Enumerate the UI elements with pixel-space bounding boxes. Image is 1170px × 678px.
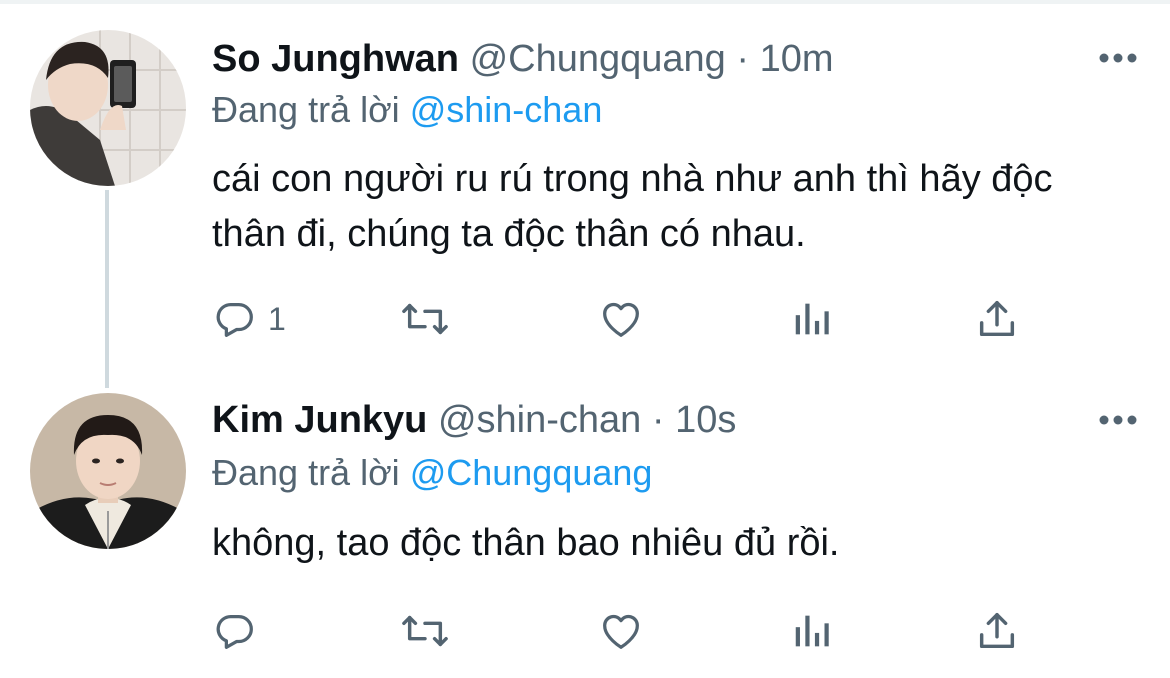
share-icon	[979, 300, 1015, 337]
share-button[interactable]	[974, 294, 1020, 344]
separator-dot: ·	[736, 38, 750, 80]
separator-dot: ·	[651, 399, 665, 441]
display-name[interactable]: Kim Junkyu	[212, 399, 427, 441]
replying-prefix: Đang trả lời	[212, 89, 400, 130]
reply-button[interactable]	[212, 606, 268, 656]
retweet-icon	[402, 303, 448, 335]
tweet-header: Kim Junkyu @shin-chan · 10s	[212, 395, 736, 445]
display-name[interactable]: So Junghwan	[212, 38, 459, 80]
retweet-icon	[402, 615, 448, 647]
timestamp[interactable]: 10m	[760, 38, 834, 80]
tweet-text: cái con người ru rú trong nhà như anh th…	[212, 158, 1053, 255]
tweet[interactable]: So Junghwan @Chungquang · 10m Đang trả l…	[0, 0, 1170, 370]
replying-to-line: Đang trả lời @shin-chan	[212, 86, 602, 134]
retweet-button[interactable]	[400, 606, 450, 656]
timestamp[interactable]: 10s	[675, 399, 736, 441]
tweet-actions	[212, 606, 1032, 656]
share-icon	[979, 612, 1015, 649]
more-icon[interactable]	[1098, 400, 1138, 440]
reply-icon	[216, 614, 253, 649]
views-button[interactable]	[790, 606, 836, 656]
tweet[interactable]: Kim Junkyu @shin-chan · 10s Đang trả lời…	[0, 370, 1170, 678]
mention-link[interactable]: @shin-chan	[410, 89, 603, 130]
user-handle[interactable]: @shin-chan	[438, 399, 641, 441]
retweet-button[interactable]	[400, 294, 450, 344]
bar-chart-icon	[795, 303, 829, 335]
user-handle[interactable]: @Chungquang	[470, 38, 726, 80]
reply-icon	[216, 302, 253, 337]
mention-link[interactable]: @Chungquang	[410, 452, 653, 493]
like-button[interactable]	[597, 606, 645, 656]
avatar[interactable]	[30, 30, 186, 186]
like-button[interactable]	[597, 294, 645, 344]
share-button[interactable]	[974, 606, 1020, 656]
tweet-header: So Junghwan @Chungquang · 10m	[212, 34, 834, 84]
tweet-actions: 1	[212, 294, 1032, 344]
avatar-photo-icon	[30, 30, 186, 186]
views-button[interactable]	[790, 294, 836, 344]
heart-icon	[603, 302, 639, 337]
replying-to-line: Đang trả lời @Chungquang	[212, 449, 652, 497]
heart-icon	[603, 614, 639, 649]
avatar[interactable]	[30, 393, 186, 549]
reply-button[interactable]: 1	[212, 294, 286, 344]
replying-prefix: Đang trả lời	[212, 452, 400, 493]
avatar-photo-icon	[30, 393, 186, 549]
reply-count: 1	[268, 300, 286, 337]
more-icon[interactable]	[1098, 38, 1138, 78]
tweet-text: không, tao độc thân bao nhiêu đủ rồi.	[212, 522, 840, 564]
bar-chart-icon	[795, 615, 829, 647]
